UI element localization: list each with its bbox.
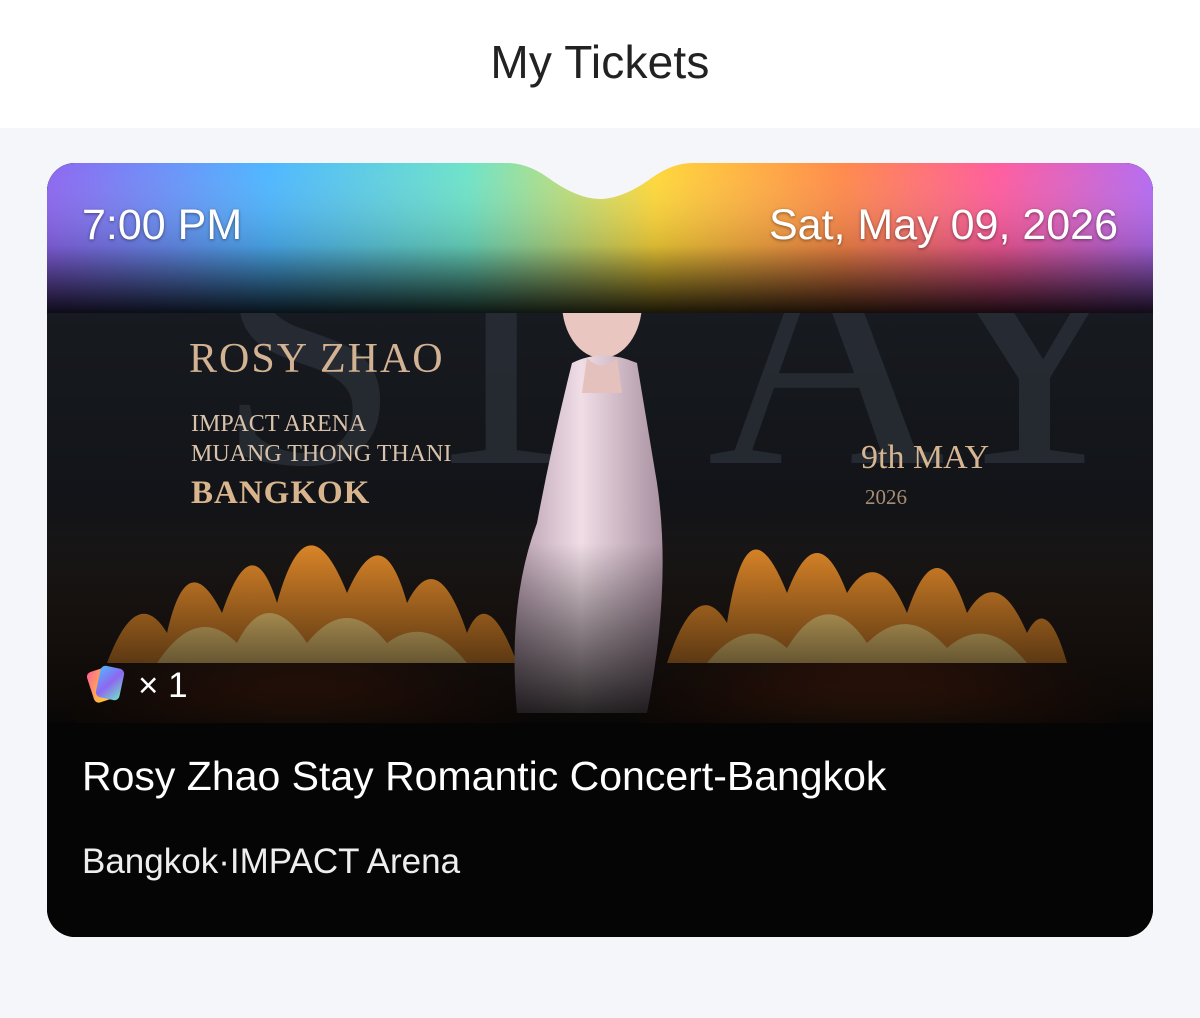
poster-city: BANGKOK [191,475,371,511]
poster-artist: ROSY ZHAO [189,336,445,382]
event-title: Rosy Zhao Stay Romantic Concert-Bangkok [82,753,887,799]
ticket-quantity-value: × 1 [138,665,188,705]
poster-date: 9th MAY [861,439,990,476]
event-date: Sat, May 09, 2026 [769,201,1118,249]
ticket-stack-icon [84,661,128,710]
page-title: My Tickets [490,36,710,88]
poster-venue-line2: MUANG THONG THANI [191,441,452,467]
event-venue: Bangkok·IMPACT Arena [82,842,461,881]
ticket-quantity: × 1 [84,661,188,710]
ticket-card[interactable]: ST AY 7:00 PM Sat, May 09, 2026 ROSY ZHA… [47,163,1153,937]
ticket-artwork: ST AY [47,163,1153,937]
event-time: 7:00 PM [82,201,243,249]
poster-venue-line1: IMPACT ARENA [191,411,367,437]
poster-year: 2026 [865,485,907,509]
page-header: My Tickets [0,0,1200,128]
